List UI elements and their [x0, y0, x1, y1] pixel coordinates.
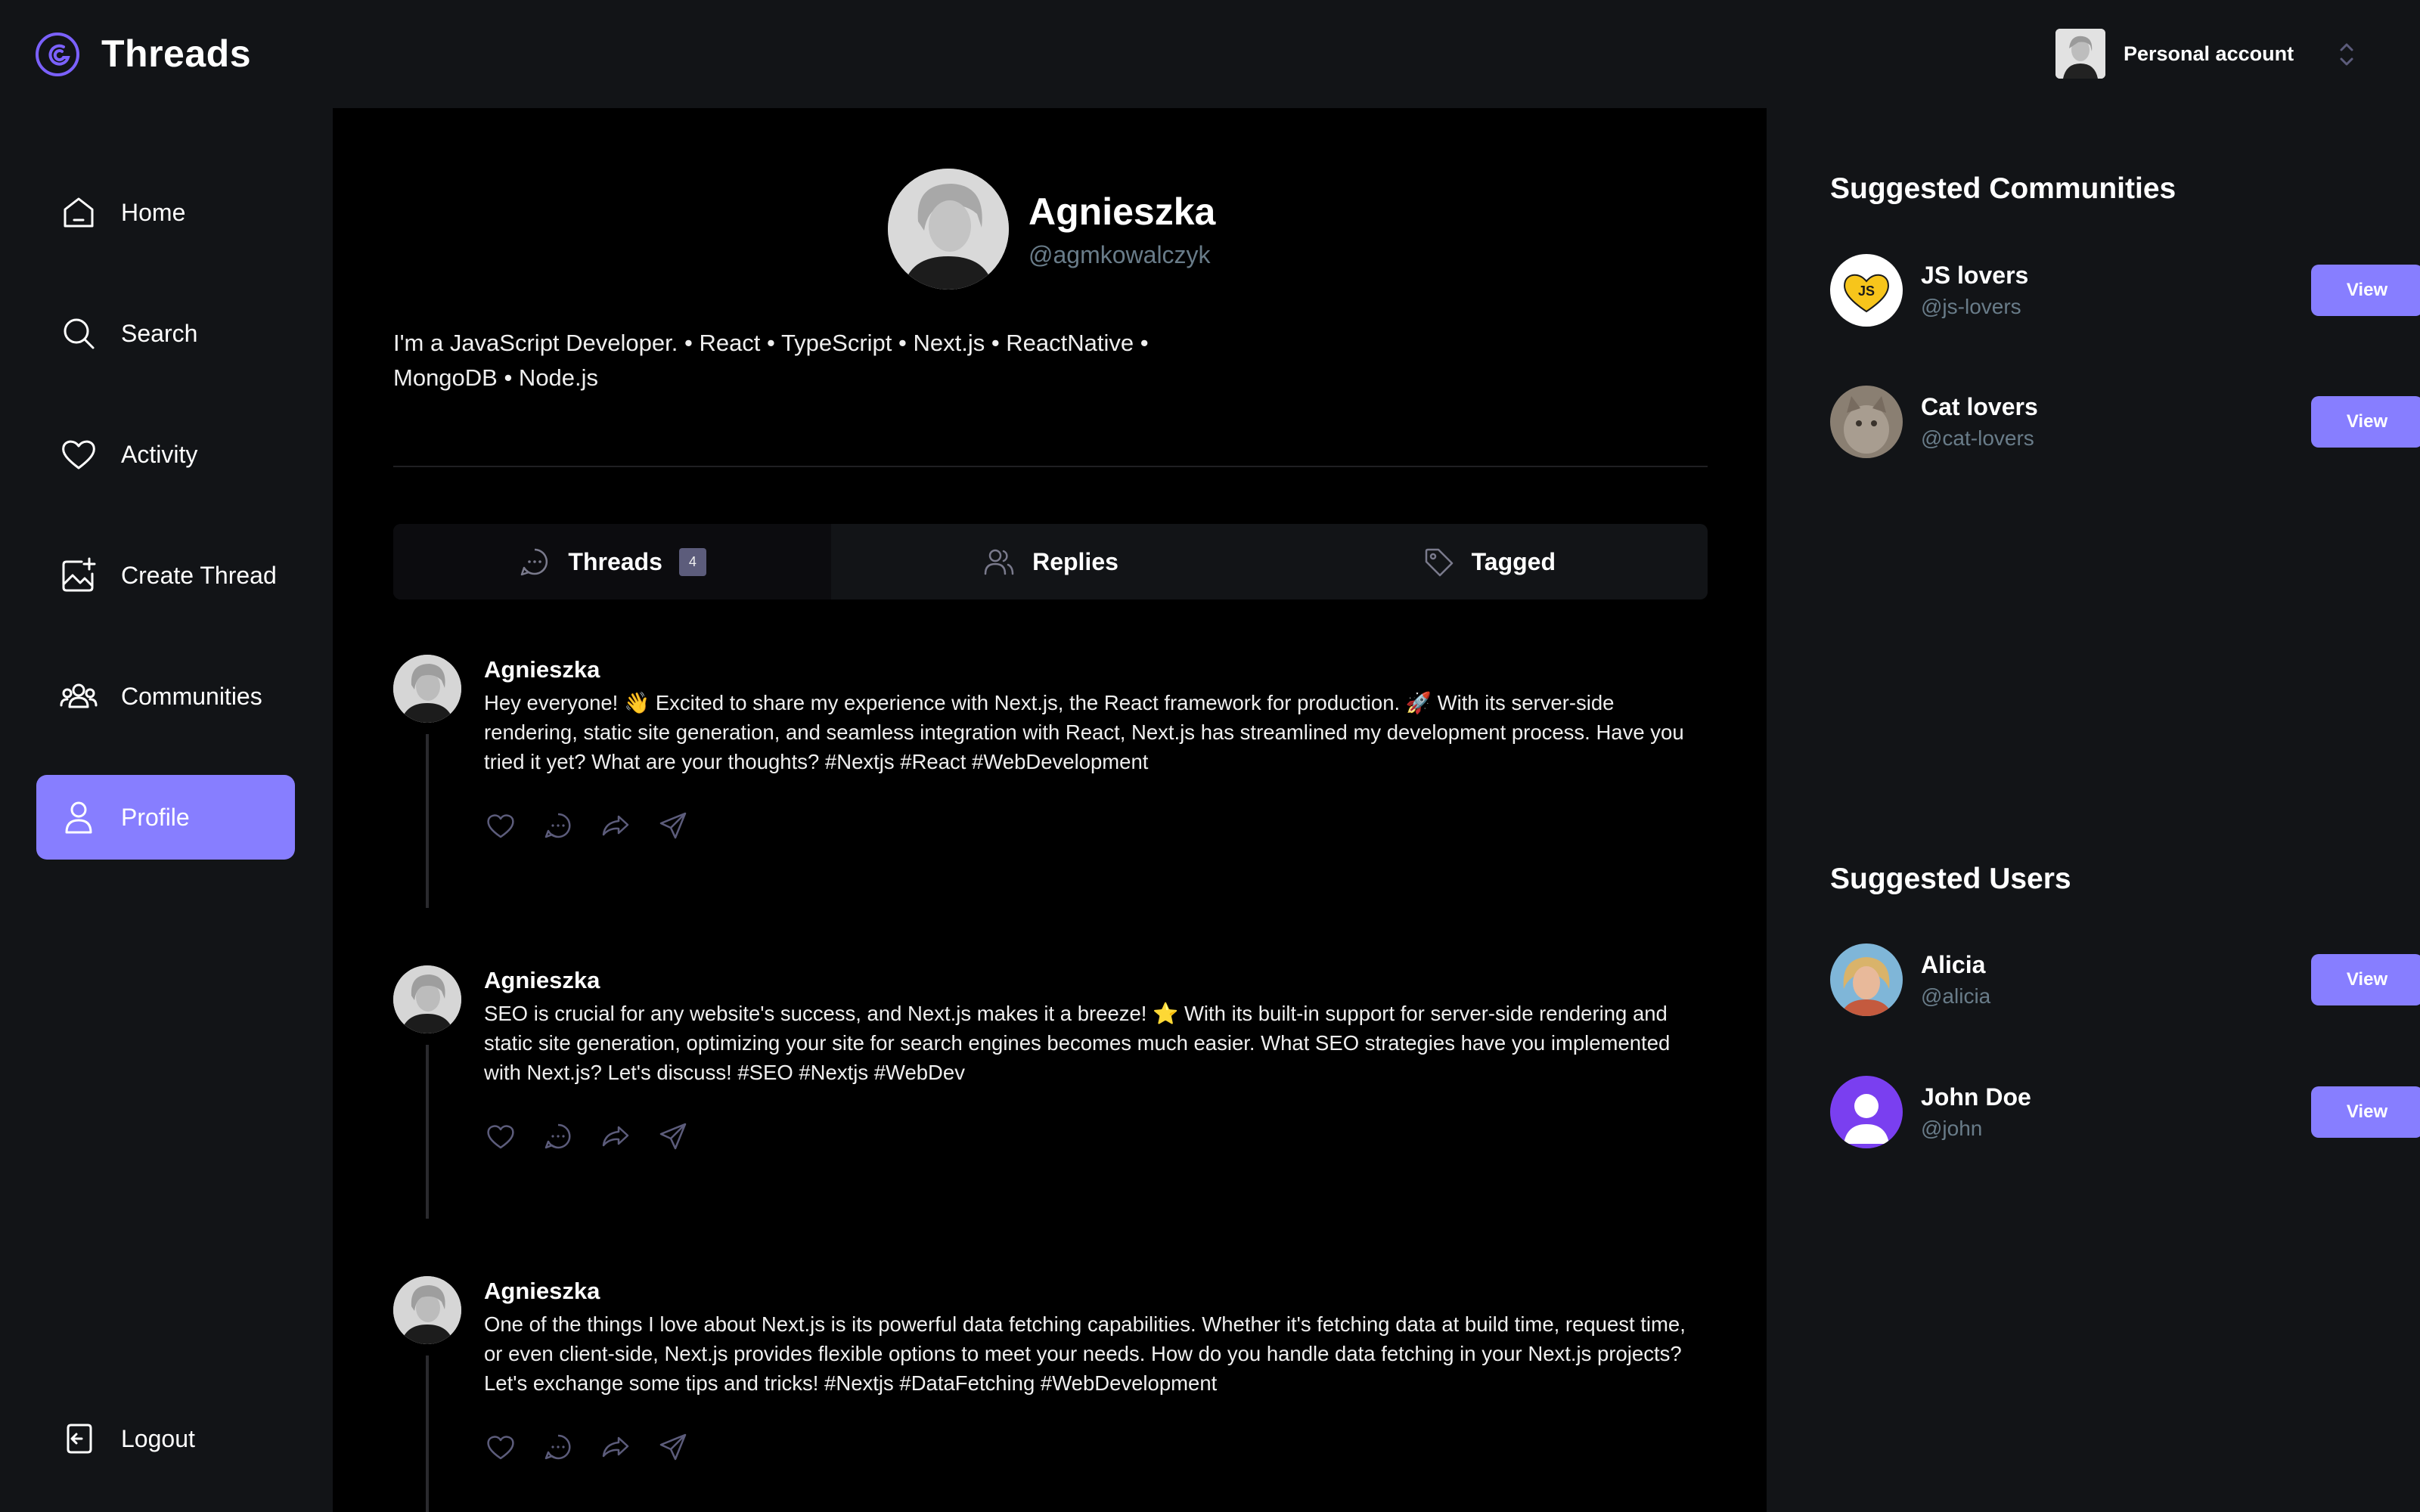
post-author-name[interactable]: Agnieszka — [484, 656, 600, 683]
repost-icon[interactable] — [599, 1430, 632, 1464]
nav-label-create-thread: Create Thread — [121, 561, 277, 589]
like-heart-icon[interactable] — [484, 1430, 517, 1464]
nav-label-search: Search — [121, 319, 198, 347]
share-icon[interactable] — [656, 1120, 690, 1153]
users-icon — [60, 683, 98, 708]
account-avatar — [2055, 29, 2105, 79]
tab-tagged[interactable]: Tagged — [1270, 524, 1708, 600]
user-avatar-john[interactable] — [1830, 1076, 1903, 1148]
logout-button[interactable]: Logout — [36, 1396, 295, 1481]
create-image-icon — [62, 557, 96, 592]
nav-item-search[interactable]: Search — [36, 291, 295, 376]
tab-replies[interactable]: Replies — [831, 524, 1269, 600]
nav-item-home[interactable]: Home — [36, 170, 295, 255]
nav-item-create-thread[interactable]: Create Thread — [36, 533, 295, 618]
share-icon[interactable] — [656, 1430, 690, 1464]
account-label: Personal account — [2124, 42, 2294, 65]
profile-main: Agnieszka @agmkowalczyk I'm a JavaScript… — [333, 108, 1767, 1512]
thread-line — [426, 734, 429, 908]
post-actions — [484, 1430, 714, 1464]
community-avatar-cat-lovers[interactable] — [1830, 386, 1903, 458]
members-icon — [984, 549, 1014, 575]
tag-icon — [1425, 548, 1453, 577]
post-text: Hey everyone! 👋 Excited to share my expe… — [484, 691, 1684, 773]
like-heart-icon[interactable] — [484, 809, 517, 842]
like-heart-icon[interactable] — [484, 1120, 517, 1153]
post-text: One of the things I love about Next.js i… — [484, 1312, 1686, 1395]
tab-replies-label: Replies — [1032, 547, 1118, 575]
nav-item-profile[interactable]: Profile — [36, 775, 295, 860]
profile-name: Agnieszka — [1028, 191, 1216, 233]
profile-tabs: Threads 4 Replies Tagged — [393, 524, 1708, 600]
threads-logo-icon[interactable] — [33, 30, 82, 79]
reply-icon[interactable] — [541, 809, 575, 842]
community-row: JS JS lovers @js-lovers View — [1830, 254, 2420, 330]
post-text: SEO is crucial for any website's success… — [484, 1002, 1671, 1084]
account-switcher[interactable]: Personal account — [2055, 29, 2294, 79]
profile-divider — [393, 466, 1708, 467]
nav-label-communities: Communities — [121, 682, 262, 710]
nav-label-profile: Profile — [121, 803, 190, 831]
tab-tagged-label: Tagged — [1471, 547, 1556, 575]
community-name: JS lovers — [1921, 262, 2029, 289]
user-icon — [65, 801, 92, 834]
reply-icon[interactable] — [541, 1430, 575, 1464]
view-community-button[interactable]: View — [2311, 396, 2420, 448]
suggested-communities-title: Suggested Communities — [1830, 172, 2176, 205]
chat-icon — [521, 548, 548, 576]
user-row: Alicia @alicia View — [1830, 943, 2420, 1019]
community-handle: @cat-lovers — [1921, 426, 2034, 450]
user-name: Alicia — [1921, 951, 1986, 978]
right-sidebar: Suggested Communities JS JS lovers @js-l… — [1767, 108, 2420, 1512]
suggested-users-title: Suggested Users — [1830, 863, 2071, 895]
user-row: John Doe @john View — [1830, 1076, 2420, 1151]
tab-threads-label: Threads — [568, 547, 662, 575]
post-author-avatar[interactable] — [393, 1276, 461, 1344]
community-name: Cat lovers — [1921, 393, 2038, 420]
view-user-button[interactable]: View — [2311, 954, 2420, 1005]
profile-handle: @agmkowalczyk — [1028, 241, 1211, 268]
app-title[interactable]: Threads — [101, 32, 251, 76]
logout-icon — [67, 1424, 92, 1454]
profile-bio: I'm a JavaScript Developer. • React • Ty… — [393, 330, 1149, 391]
community-row: Cat lovers @cat-lovers View — [1830, 386, 2420, 461]
top-bar: Threads Personal account — [0, 0, 2420, 108]
thread-line — [426, 1356, 429, 1512]
post-actions — [484, 809, 714, 842]
view-community-button[interactable]: View — [2311, 265, 2420, 316]
threads-count-badge: 4 — [678, 547, 706, 576]
post-author-name[interactable]: Agnieszka — [484, 967, 600, 994]
thread-line — [426, 1045, 429, 1219]
left-sidebar: Home Search Activity Create Thread Commu… — [0, 108, 333, 1512]
view-user-button[interactable]: View — [2311, 1086, 2420, 1138]
search-icon — [64, 318, 95, 349]
nav-label-activity: Activity — [121, 440, 198, 468]
community-handle: @js-lovers — [1921, 295, 2021, 318]
user-handle: @alicia — [1921, 984, 1991, 1008]
chevron-updown-icon[interactable] — [2335, 38, 2358, 71]
share-icon[interactable] — [656, 809, 690, 842]
community-avatar-js-lovers[interactable]: JS — [1830, 254, 1903, 327]
nav-item-communities[interactable]: Communities — [36, 654, 295, 739]
nav-item-activity[interactable]: Activity — [36, 412, 295, 497]
post-actions — [484, 1120, 714, 1153]
reply-icon[interactable] — [541, 1120, 575, 1153]
post-author-avatar[interactable] — [393, 655, 461, 723]
svg-text:JS: JS — [1858, 284, 1875, 299]
nav-label-home: Home — [121, 198, 186, 226]
profile-avatar — [888, 169, 1009, 290]
post-author-avatar[interactable] — [393, 965, 461, 1033]
repost-icon[interactable] — [599, 809, 632, 842]
tab-threads[interactable]: Threads 4 — [393, 524, 832, 600]
logout-label: Logout — [121, 1424, 195, 1452]
user-handle: @john — [1921, 1117, 1983, 1140]
heart-icon — [62, 440, 95, 469]
user-avatar-alicia[interactable] — [1830, 943, 1903, 1016]
repost-icon[interactable] — [599, 1120, 632, 1153]
post-author-name[interactable]: Agnieszka — [484, 1278, 600, 1305]
home-icon — [64, 197, 94, 228]
user-name: John Doe — [1921, 1083, 2031, 1111]
